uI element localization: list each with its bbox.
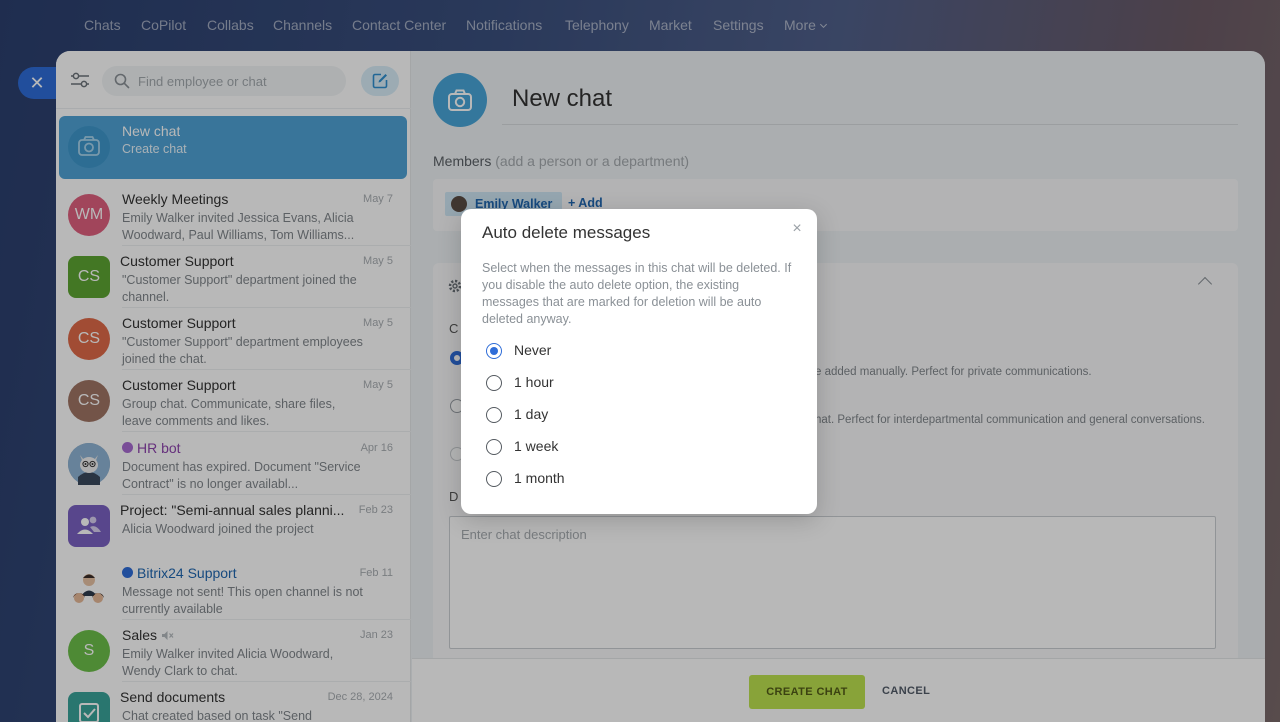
option-never[interactable]: Never [486, 340, 766, 362]
close-icon[interactable]: × [789, 221, 805, 237]
dialog-title: Auto delete messages [482, 223, 651, 242]
radio-button[interactable] [486, 471, 502, 487]
option-1-month[interactable]: 1 month [486, 468, 766, 490]
auto-delete-dialog: Auto delete messages × Select when the m… [461, 209, 817, 514]
option-label: 1 month [514, 470, 565, 486]
option-label: Never [514, 342, 552, 358]
option-label: 1 day [514, 406, 549, 422]
option-1-day[interactable]: 1 day [486, 404, 766, 426]
radio-button[interactable] [486, 407, 502, 423]
option-label: 1 hour [514, 374, 554, 390]
radio-button[interactable] [486, 375, 502, 391]
option-label: 1 week [514, 438, 559, 454]
option-1-hour[interactable]: 1 hour [486, 372, 766, 394]
radio-button[interactable] [486, 343, 502, 359]
option-1-week[interactable]: 1 week [486, 436, 766, 458]
dialog-description: Select when the messages in this chat wi… [482, 261, 792, 326]
radio-button[interactable] [486, 439, 502, 455]
